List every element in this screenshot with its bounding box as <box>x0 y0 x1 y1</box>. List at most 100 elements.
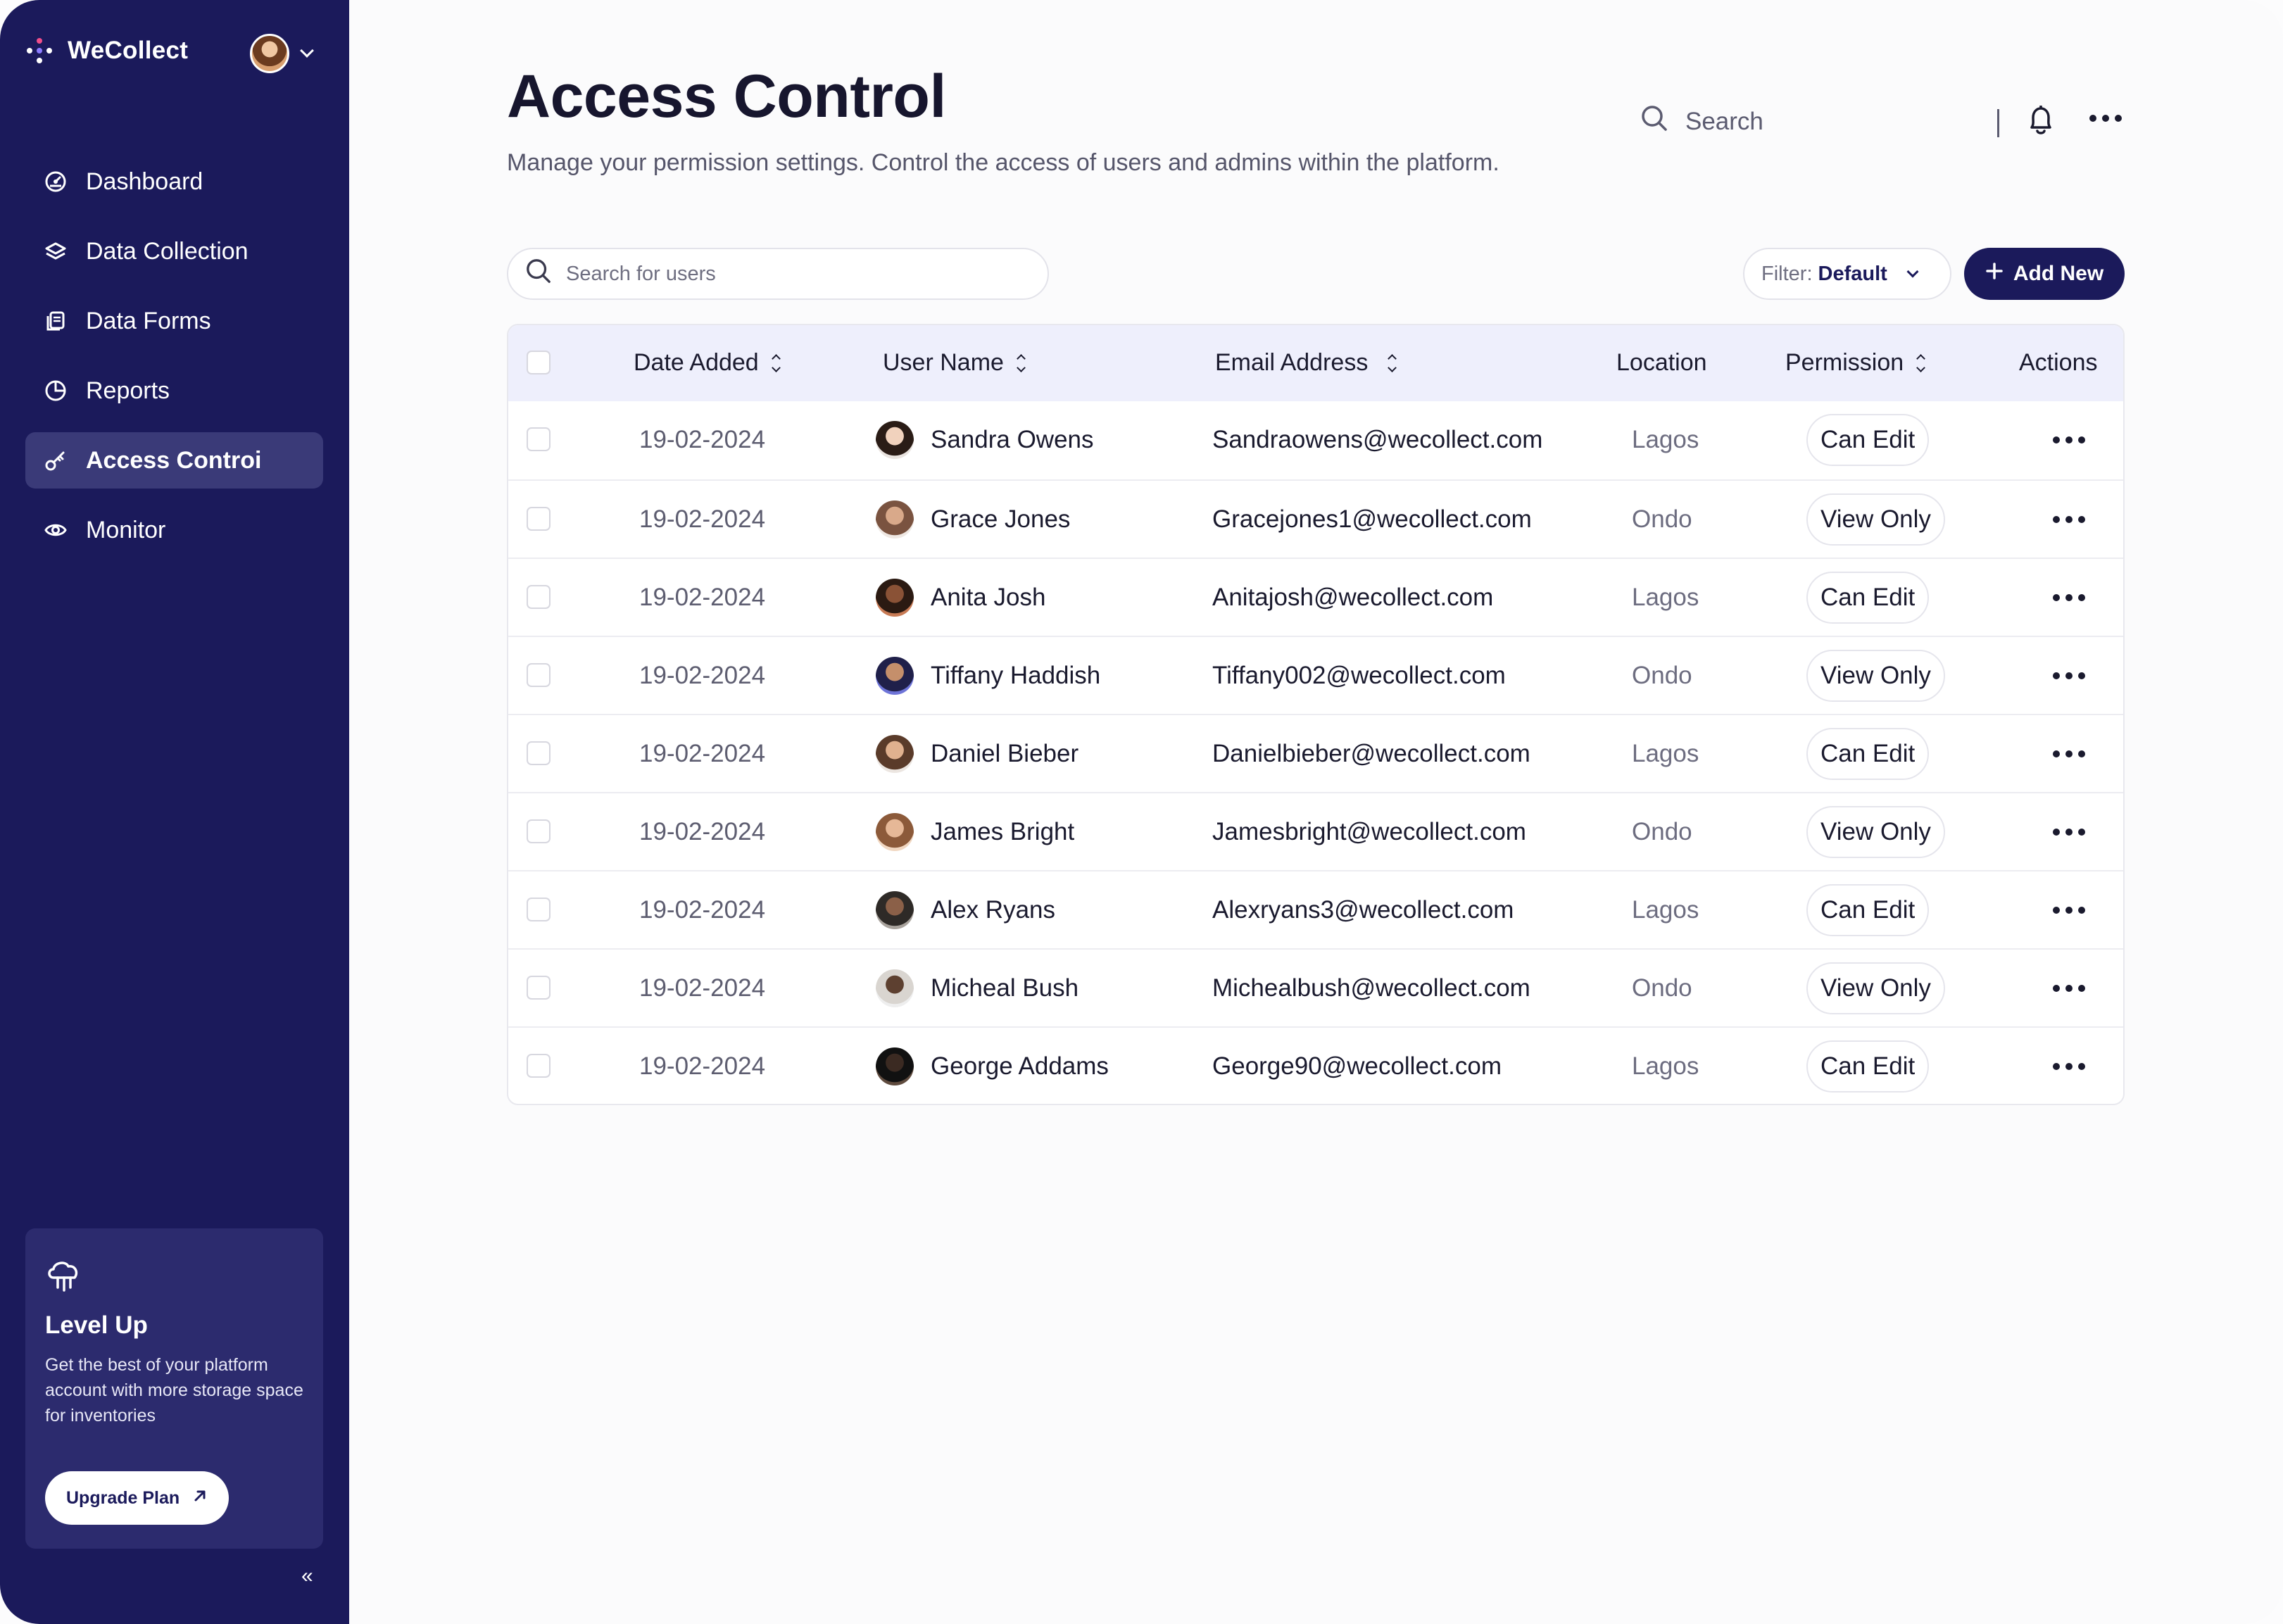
user-name: George Addams <box>931 1052 1109 1080</box>
forms-icon <box>44 309 68 333</box>
sidebar-item-dashboard[interactable]: Dashboard <box>25 153 323 210</box>
avatar <box>876 578 914 617</box>
row-checkbox[interactable] <box>527 819 551 843</box>
sidebar-item-data-collection[interactable]: Data Collection <box>25 223 323 279</box>
location: Ondo <box>1632 817 1692 845</box>
sort-icon <box>1916 353 1926 372</box>
table-row[interactable]: 19-02-2024 Sandra Owens Sandraowens@weco… <box>508 401 2123 479</box>
table-row[interactable]: 19-02-2024 Daniel Bieber Danielbieber@we… <box>508 714 2123 792</box>
column-user-name[interactable]: User Name <box>883 349 1026 377</box>
column-label: Location <box>1616 349 1707 376</box>
table-row[interactable]: 19-02-2024 Alex Ryans Alexryans3@wecolle… <box>508 870 2123 948</box>
filter-label: Filter: <box>1761 262 1813 285</box>
user-name: Daniel Bieber <box>931 739 1079 767</box>
permission-cell: Can Edit <box>1806 559 1930 636</box>
table-row[interactable]: 19-02-2024 George Addams George90@wecoll… <box>508 1026 2123 1104</box>
upgrade-plan-button[interactable]: Upgrade Plan <box>45 1471 229 1525</box>
row-actions-icon[interactable] <box>2053 481 2085 558</box>
more-options-icon[interactable] <box>2089 115 2122 122</box>
row-checkbox[interactable] <box>527 585 551 609</box>
divider <box>1997 109 1999 137</box>
sidebar-item-label: Monitor <box>86 516 166 543</box>
user-cell: Anita Josh <box>876 559 1045 636</box>
row-actions-icon[interactable] <box>2053 401 2085 478</box>
dashboard-icon <box>44 170 68 194</box>
email-address: Tiffany002@wecollect.com <box>1212 661 1506 689</box>
location: Ondo <box>1632 661 1692 689</box>
user-name: Tiffany Haddish <box>931 661 1101 689</box>
avatar <box>876 656 914 695</box>
table-row[interactable]: 19-02-2024 Micheal Bush Michealbush@weco… <box>508 948 2123 1026</box>
filter-value: Default <box>1818 262 1887 285</box>
permission-badge[interactable]: Can Edit <box>1806 1040 1930 1093</box>
sidebar-nav: Dashboard Data Collection Data Forms Rep… <box>25 153 323 572</box>
row-checkbox[interactable] <box>527 898 551 921</box>
row-actions-icon[interactable] <box>2053 1028 2085 1104</box>
table-row[interactable]: 19-02-2024 James Bright Jamesbright@weco… <box>508 792 2123 870</box>
sidebar-item-reports[interactable]: Reports <box>25 363 323 419</box>
sidebar-item-monitor[interactable]: Monitor <box>25 502 323 558</box>
permission-cell: View Only <box>1806 793 1945 870</box>
user-cell: Tiffany Haddish <box>876 637 1100 714</box>
app-window: WeCollect Dashboard Data Collection Data… <box>0 0 2283 1624</box>
app-name: WeCollect <box>68 37 189 64</box>
filter-dropdown[interactable]: Filter: Default <box>1743 248 1951 300</box>
sidebar-item-label: Access Controi <box>86 446 262 474</box>
permission-badge[interactable]: Can Edit <box>1806 727 1930 780</box>
table-row[interactable]: 19-02-2024 Anita Josh Anitajosh@wecollec… <box>508 558 2123 636</box>
row-actions-icon[interactable] <box>2053 715 2085 792</box>
avatar <box>876 969 914 1007</box>
row-actions-icon[interactable] <box>2053 637 2085 714</box>
user-cell: Sandra Owens <box>876 401 1094 478</box>
brand[interactable]: WeCollect <box>27 37 188 65</box>
row-actions-icon[interactable] <box>2053 871 2085 948</box>
row-checkbox[interactable] <box>527 976 551 1000</box>
permission-badge[interactable]: Can Edit <box>1806 413 1930 466</box>
row-checkbox[interactable] <box>527 427 551 451</box>
avatar <box>250 34 289 73</box>
permission-cell: Can Edit <box>1806 715 1930 792</box>
profile-menu[interactable] <box>250 34 314 73</box>
location: Lagos <box>1632 739 1699 767</box>
permission-badge[interactable]: Can Edit <box>1806 883 1930 936</box>
global-search[interactable]: Search <box>1640 104 1763 139</box>
wecollect-logo-icon <box>27 38 52 63</box>
row-actions-icon[interactable] <box>2053 793 2085 870</box>
collapse-sidebar-icon[interactable]: « <box>301 1564 313 1588</box>
email-address: Michealbush@wecollect.com <box>1212 974 1530 1002</box>
add-new-button[interactable]: Add New <box>1964 248 2125 300</box>
permission-badge[interactable]: View Only <box>1806 805 1945 858</box>
permission-badge[interactable]: View Only <box>1806 649 1945 702</box>
chevron-down-icon <box>1906 265 1919 278</box>
column-email-address[interactable]: Email Address <box>1215 349 1397 377</box>
table-row[interactable]: 19-02-2024 Grace Jones Gracejones1@wecol… <box>508 479 2123 558</box>
date-added: 19-02-2024 <box>639 661 766 689</box>
location: Lagos <box>1632 1052 1699 1080</box>
row-actions-icon[interactable] <box>2053 559 2085 636</box>
sidebar-item-label: Reports <box>86 377 170 404</box>
row-actions-icon[interactable] <box>2053 950 2085 1026</box>
permission-badge[interactable]: View Only <box>1806 962 1945 1014</box>
table-row[interactable]: 19-02-2024 Tiffany Haddish Tiffany002@we… <box>508 636 2123 714</box>
permission-badge[interactable]: View Only <box>1806 493 1945 546</box>
column-date-added[interactable]: Date Added <box>634 349 781 377</box>
column-location: Location <box>1616 349 1707 377</box>
permission-cell: View Only <box>1806 950 1945 1026</box>
row-checkbox[interactable] <box>527 663 551 687</box>
user-name: James Bright <box>931 817 1075 845</box>
email-address: Sandraowens@wecollect.com <box>1212 425 1543 453</box>
row-checkbox[interactable] <box>527 741 551 765</box>
date-added: 19-02-2024 <box>639 895 766 924</box>
sidebar-item-data-forms[interactable]: Data Forms <box>25 293 323 349</box>
permission-badge[interactable]: Can Edit <box>1806 571 1930 624</box>
select-all-checkbox[interactable] <box>527 351 551 374</box>
row-checkbox[interactable] <box>527 507 551 531</box>
sidebar-item-access-control[interactable]: Access Controi <box>25 432 323 489</box>
date-added: 19-02-2024 <box>639 505 766 533</box>
column-permission[interactable]: Permission <box>1785 349 1926 377</box>
row-checkbox[interactable] <box>527 1054 551 1078</box>
permission-cell: View Only <box>1806 637 1945 714</box>
user-search-input[interactable]: Search for users <box>507 248 1049 300</box>
sidebar-item-label: Data Collection <box>86 237 249 265</box>
bell-icon[interactable] <box>2026 104 2056 140</box>
